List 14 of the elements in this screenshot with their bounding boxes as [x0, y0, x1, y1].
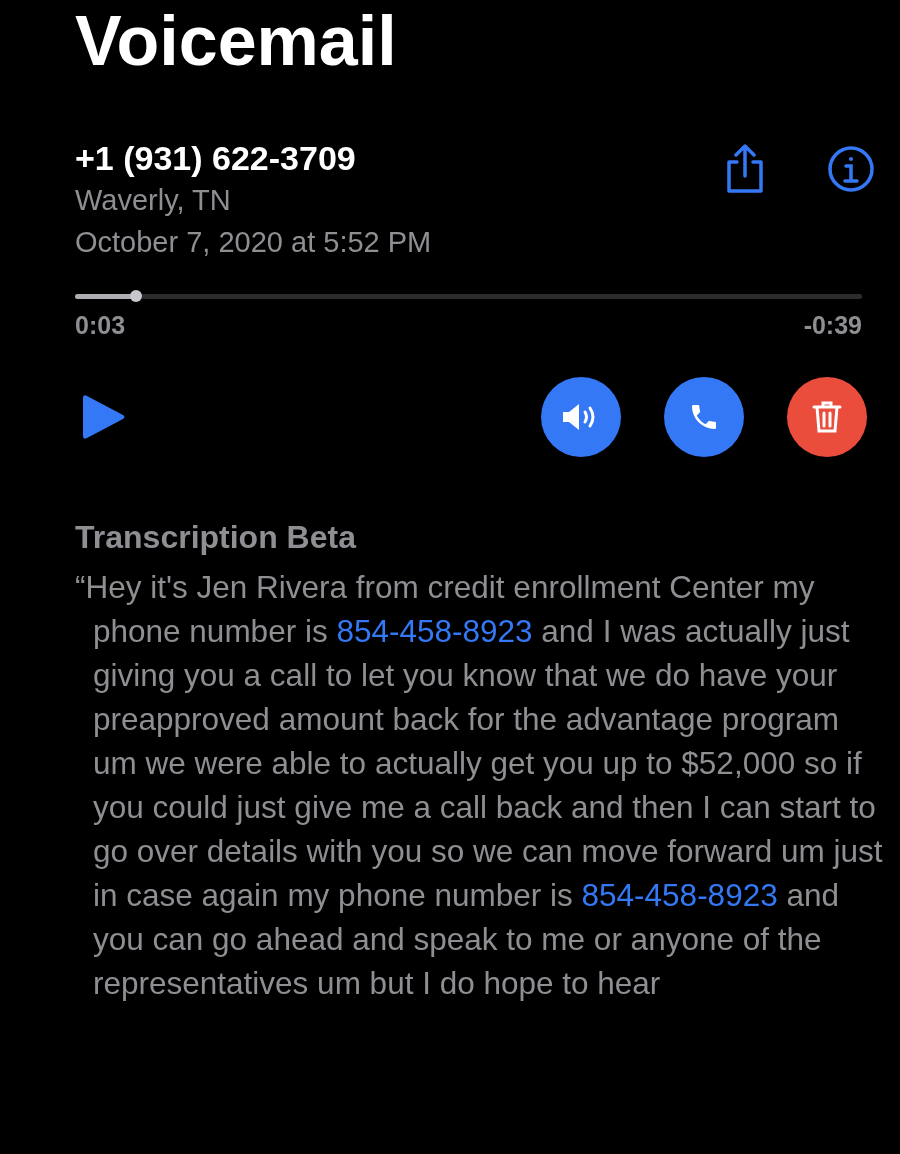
progress-thumb[interactable] — [129, 290, 142, 302]
transcription-text: “Hey it's Jen Rivera from credit enrollment Center my phone number is 854-458-8923 and I was actually just giving you a call to let you know that we do have your preapproved amount back for the advantage program um we were able to actually get you up to $52,000 so if you could just give me a call back and then I can start to go over details with you so we can move forward um just in case again my phone number is 854-458-8923 and you can go ahead and speak to me or anyone of the representatives um but I do hope to hear — [75, 568, 884, 1003]
page-title: Voicemail — [75, 6, 397, 76]
elapsed-time: 0:03 — [75, 310, 126, 340]
caller-number: +1 (931) 622-3709 — [75, 138, 356, 178]
caller-location: Waverly, TN — [75, 183, 231, 218]
trash-icon — [812, 400, 842, 434]
remaining-time: -0:39 — [803, 310, 862, 340]
progress-track[interactable] — [75, 293, 862, 299]
phone-link[interactable]: 854-458-8923 — [581, 877, 778, 913]
section-heading: Transcription Beta — [75, 518, 356, 557]
info-icon[interactable] — [827, 145, 875, 193]
phone-link[interactable]: 854-458-8923 — [336, 613, 533, 649]
voicemail-date: October 7, 2020 at 5:52 PM — [75, 225, 432, 260]
